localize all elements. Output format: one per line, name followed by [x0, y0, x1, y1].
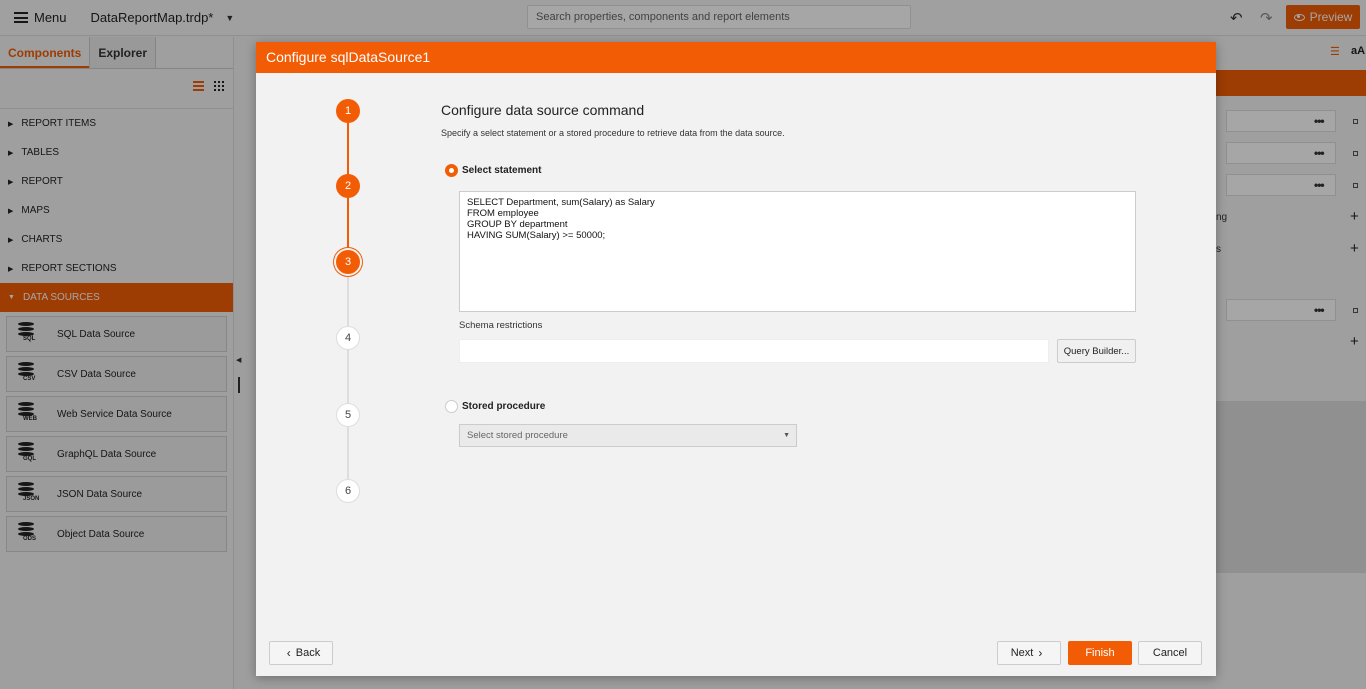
dialog-title: Configure sqlDataSource1 [256, 42, 1216, 73]
finish-button[interactable]: Finish [1068, 641, 1132, 665]
stored-procedure-select[interactable]: Select stored procedure ▼ [459, 424, 797, 447]
schema-restrictions-label: Schema restrictions [459, 320, 543, 331]
select-statement-label: Select statement [462, 165, 542, 176]
step-5: 5 [336, 403, 360, 427]
schema-restrictions-input[interactable] [459, 339, 1049, 363]
caret-down-icon: ▼ [783, 432, 790, 439]
next-label: Next [1010, 647, 1034, 659]
query-builder-button[interactable]: Query Builder... [1057, 339, 1136, 363]
step-1[interactable]: 1 [336, 99, 360, 123]
back-button[interactable]: ‹ Back [269, 641, 333, 665]
step-description: Specify a select statement or a stored p… [441, 128, 785, 138]
chevron-right-icon: › [1038, 646, 1043, 660]
step-2[interactable]: 2 [336, 174, 360, 198]
next-button[interactable]: Next › [997, 641, 1061, 665]
radio-unchecked-icon[interactable] [445, 400, 458, 413]
stored-procedure-label: Stored procedure [462, 401, 546, 412]
step-heading: Configure data source command [441, 102, 645, 118]
stored-procedure-placeholder: Select stored procedure [467, 430, 568, 441]
step-4: 4 [336, 326, 360, 350]
stored-procedure-radio[interactable]: Stored procedure [445, 400, 545, 413]
cancel-button[interactable]: Cancel [1138, 641, 1202, 665]
stepper-remaining-line [347, 262, 349, 490]
configure-data-source-dialog: Configure sqlDataSource1 1 2 3 4 5 6 Con… [256, 42, 1216, 676]
radio-checked-icon[interactable] [445, 164, 458, 177]
back-label: Back [295, 647, 321, 659]
step-3[interactable]: 3 [336, 250, 360, 274]
chevron-left-icon: ‹ [286, 646, 291, 660]
sql-statement-textarea[interactable]: SELECT Department, sum(Salary) as Salary… [459, 191, 1136, 312]
select-statement-radio[interactable]: Select statement [445, 164, 541, 177]
step-6: 6 [336, 479, 360, 503]
